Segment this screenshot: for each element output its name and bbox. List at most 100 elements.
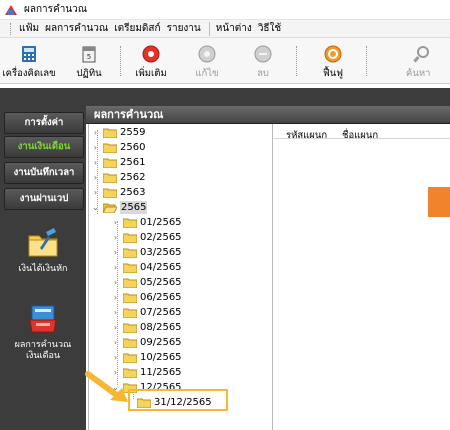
folder-icon: [123, 248, 137, 258]
department-list-panel: รหัสแผนก ชื่อแผนก: [274, 124, 450, 430]
expand-icon[interactable]: ›: [111, 276, 120, 289]
delete-icon: [254, 45, 272, 63]
toolbar: เครื่องคิดเลข 5 ปฏิทิน เพิ่มเติม แก้ไข ล…: [0, 38, 450, 84]
expand-icon[interactable]: ›: [111, 336, 120, 349]
tree-month-08[interactable]: › 08/2565: [111, 321, 182, 334]
tree-year-label: 2565: [120, 201, 148, 214]
orange-indicator: [428, 187, 450, 217]
header-gap: [86, 88, 450, 106]
folder-icon: [103, 173, 117, 183]
tree-year-2561[interactable]: › 2561: [91, 156, 145, 169]
folder-icon: [123, 278, 137, 288]
expand-icon[interactable]: ›: [91, 186, 100, 199]
window-title: ผลการคำนวณ: [24, 4, 88, 15]
folder-icon: [123, 263, 137, 273]
add-button[interactable]: เพิ่มเติม: [124, 42, 178, 82]
column-header-dept-code[interactable]: รหัสแผนก: [286, 128, 327, 143]
calendar-icon: 5: [82, 46, 96, 63]
tree-year-label: 2563: [120, 187, 146, 198]
menu-calculation-result[interactable]: ผลการคำนวณ: [45, 21, 108, 36]
expand-icon[interactable]: ›: [111, 351, 120, 364]
menu-file[interactable]: แฟ้ม: [19, 21, 39, 36]
tree-month-label: 05/2565: [140, 277, 182, 288]
folder-icon: [123, 218, 137, 228]
folder-icon: [123, 353, 137, 363]
tree-month-02[interactable]: › 02/2565: [111, 231, 182, 244]
search-label: ค้นหา: [406, 68, 431, 79]
tree-year-label: 2560: [120, 142, 146, 153]
calculation-result-icon: [29, 305, 57, 333]
nav-settings[interactable]: การตั้งค่า: [4, 112, 84, 134]
expand-icon[interactable]: ›: [111, 231, 120, 244]
nav-time-attendance[interactable]: งานบันทึกเวลา: [4, 162, 84, 184]
expand-icon[interactable]: ›: [111, 246, 120, 259]
nav-calculation-result-label-line1: ผลการคำนวณ: [14, 340, 72, 350]
date-node-highlight: [128, 389, 228, 411]
nav-calculation-result[interactable]: ผลการคำนวณ เงินเดือน: [0, 302, 86, 362]
toolbar-separator: [120, 46, 121, 76]
tree-month-01[interactable]: › 01/2565: [111, 216, 182, 229]
folder-icon: [103, 143, 117, 153]
edit-button[interactable]: แก้ไข: [180, 42, 234, 82]
folder-icon: [103, 128, 117, 138]
tree-month-label: 07/2565: [140, 307, 182, 318]
expand-icon[interactable]: ›: [111, 306, 120, 319]
tree-year-label: 2561: [120, 157, 146, 168]
tree-month-10[interactable]: › 10/2565: [111, 351, 182, 364]
tree-year-label: 2559: [120, 127, 146, 138]
edit-label: แก้ไข: [195, 68, 219, 79]
folder-edit-icon: [28, 228, 58, 257]
menu-help[interactable]: วิธีใช้: [258, 21, 281, 36]
expand-icon[interactable]: ›: [111, 321, 120, 334]
column-header-dept-name[interactable]: ชื่อแผนก: [342, 128, 378, 143]
search-icon: [413, 46, 429, 63]
menu-grip[interactable]: [10, 22, 13, 35]
search-button[interactable]: ค้นหา: [392, 42, 450, 82]
delete-button[interactable]: ลบ: [236, 42, 290, 82]
tree-year-2565[interactable]: ⌄ 2565: [91, 201, 148, 214]
nav-web-work[interactable]: งานผ่านเวป: [4, 188, 84, 210]
tree-year-2562[interactable]: › 2562: [91, 171, 145, 184]
refresh-button[interactable]: ฟื้นฟู: [306, 42, 360, 82]
nav-income-deduction[interactable]: เงินได้เงินหัก: [0, 226, 86, 275]
nav-income-deduction-label: เงินได้เงินหัก: [18, 264, 68, 274]
app-logo-icon: [5, 4, 17, 15]
expand-icon[interactable]: ›: [111, 291, 120, 304]
expand-icon[interactable]: ›: [111, 216, 120, 229]
menu-prepare-disk[interactable]: เตรียมดิสก์: [114, 21, 160, 36]
tree-month-04[interactable]: › 04/2565: [111, 261, 182, 274]
tree-year-label: 2562: [120, 172, 146, 183]
calculator-button[interactable]: เครื่องคิดเลข: [2, 42, 56, 82]
tree-month-label: 11/2565: [140, 367, 182, 378]
tree-month-label: 08/2565: [140, 322, 182, 333]
tree-year-2560[interactable]: › 2560: [91, 141, 145, 154]
tree-month-09[interactable]: › 09/2565: [111, 336, 182, 349]
calendar-button[interactable]: 5 ปฏิทิน: [62, 42, 116, 82]
folder-icon: [123, 233, 137, 243]
expand-icon[interactable]: ›: [91, 141, 100, 154]
main-header: ผลการคำนวณ: [86, 106, 450, 124]
tree-month-label: 04/2565: [140, 262, 182, 273]
column-header-divider: [274, 138, 450, 139]
add-label: เพิ่มเติม: [135, 68, 167, 79]
tree-month-label: 09/2565: [140, 337, 182, 348]
menu-window[interactable]: หน้าต่าง: [216, 21, 252, 36]
folder-icon: [123, 308, 137, 318]
expand-icon[interactable]: ›: [91, 171, 100, 184]
expand-icon[interactable]: ›: [91, 156, 100, 169]
folder-icon: [123, 323, 137, 333]
tree-month-05[interactable]: › 05/2565: [111, 276, 182, 289]
menu-report[interactable]: รายงาน: [167, 21, 201, 36]
refresh-label: ฟื้นฟู: [323, 68, 343, 79]
tree-month-03[interactable]: › 03/2565: [111, 246, 182, 259]
tree-year-2559[interactable]: › 2559: [91, 126, 145, 139]
collapse-icon[interactable]: ⌄: [91, 201, 100, 214]
menu-separator: [208, 21, 210, 36]
tree-month-label: 02/2565: [140, 232, 182, 243]
tree-month-06[interactable]: › 06/2565: [111, 291, 182, 304]
expand-icon[interactable]: ›: [91, 126, 100, 139]
expand-icon[interactable]: ›: [111, 261, 120, 274]
tree-year-2563[interactable]: › 2563: [91, 186, 145, 199]
tree-month-07[interactable]: › 07/2565: [111, 306, 182, 319]
nav-payroll[interactable]: งานเงินเดือน: [4, 136, 84, 158]
